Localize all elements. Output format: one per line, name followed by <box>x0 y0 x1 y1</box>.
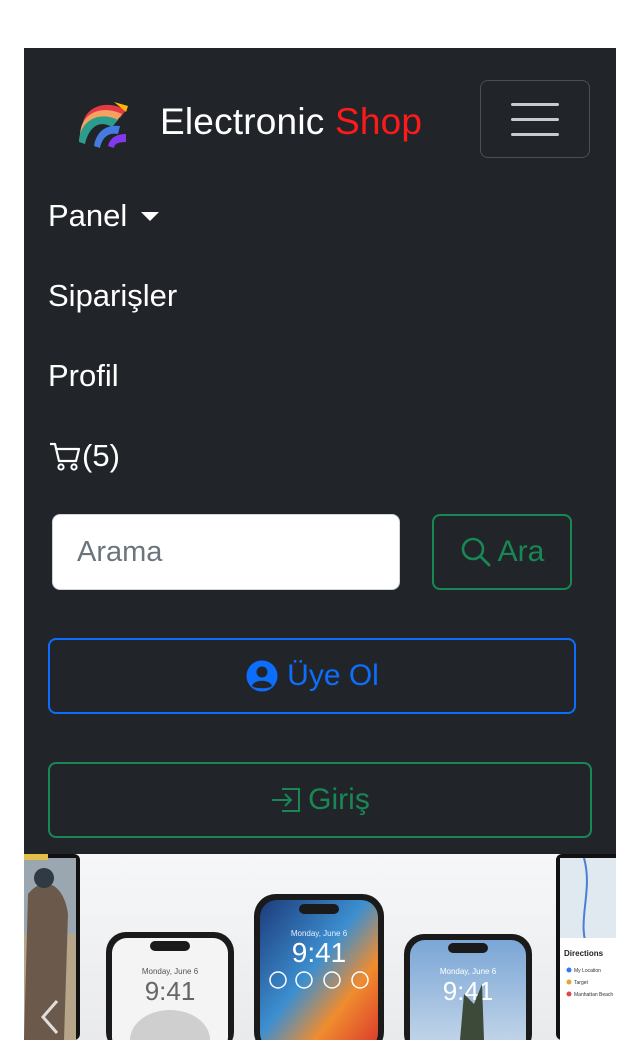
search-button-label: Ara <box>497 535 545 568</box>
nav-item-label: Panel <box>48 198 128 233</box>
box-arrow-in-right-icon <box>272 788 301 812</box>
brand-name-accent: Shop <box>334 101 423 142</box>
search-icon <box>461 537 491 567</box>
map-row-3: Manhattan Beach <box>574 992 613 998</box>
nav-item-cart[interactable]: (5) <box>48 438 120 474</box>
map-row-1: My Location <box>574 968 601 974</box>
nav-item-profil[interactable]: Profil <box>48 358 119 394</box>
login-button[interactable]: Giriş <box>48 762 592 838</box>
nav-item-label: Siparişler <box>48 278 178 313</box>
product-carousel[interactable]: Monday, June 6 9:41 Monday, June 6 9:41 … <box>24 854 616 1040</box>
signup-button-label: Üye Ol <box>287 659 379 692</box>
search-button[interactable]: Ara <box>432 514 572 590</box>
carousel-slide-image: Monday, June 6 9:41 Monday, June 6 9:41 … <box>24 854 616 1040</box>
nav-item-siparisler[interactable]: Siparişler <box>48 278 177 314</box>
cart-count: (5) <box>82 438 120 473</box>
brand-logo-icon <box>79 102 128 148</box>
brand[interactable]: Electronic Shop <box>74 92 422 152</box>
login-button-label: Giriş <box>308 783 370 816</box>
brand-name: Electronic Shop <box>160 101 423 142</box>
navbar-toggler-button[interactable] <box>480 80 590 158</box>
hamburger-icon-bar <box>511 102 559 106</box>
slide-date-3: Monday, June 6 <box>440 967 497 976</box>
navbar: Electronic Shop Panel Siparişler Profil … <box>24 48 616 854</box>
hamburger-icon-bar <box>511 117 559 121</box>
map-row-2: Target <box>574 980 589 986</box>
slide-date: Monday, June 6 <box>142 967 199 976</box>
carousel-prev-button[interactable] <box>30 994 70 1040</box>
slide-time-2: 9:41 <box>292 937 347 968</box>
cart-icon <box>50 442 81 471</box>
hamburger-icon-bar <box>511 132 559 136</box>
nav-item-label: Profil <box>48 358 119 393</box>
caret-down-icon <box>141 211 160 221</box>
slide-time-1: 9:41 <box>145 976 196 1006</box>
chevron-left-icon <box>41 1000 59 1034</box>
person-circle-icon <box>246 660 278 692</box>
signup-button[interactable]: Üye Ol <box>48 638 576 714</box>
map-heading: Directions <box>564 949 604 958</box>
nav-item-panel[interactable]: Panel <box>48 198 160 234</box>
search-input[interactable] <box>52 514 400 590</box>
